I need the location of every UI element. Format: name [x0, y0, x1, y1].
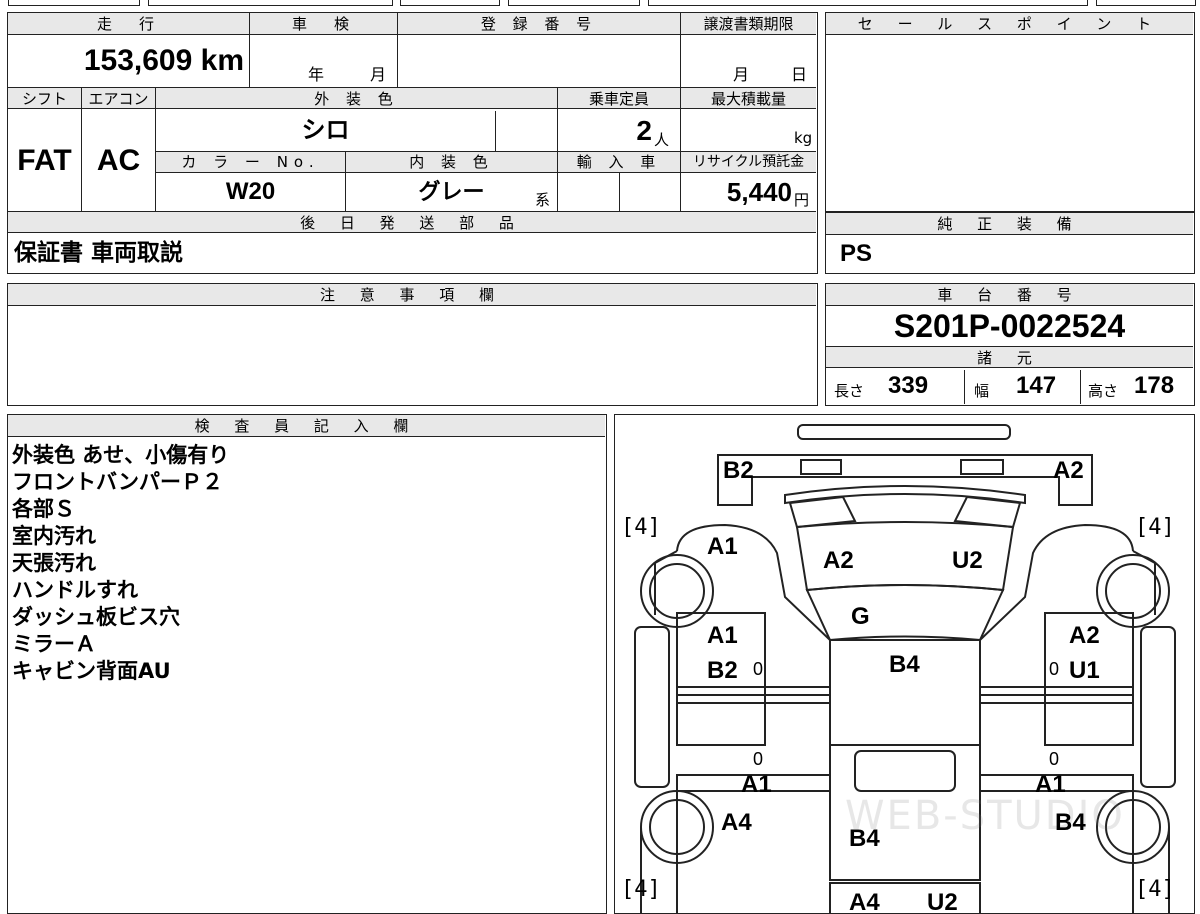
sales-point-label: セ ー ル ス ポ イ ン ト — [826, 13, 1193, 35]
mark-u2-hood: U2 — [952, 547, 983, 574]
note-line: ミラーＡ — [12, 632, 96, 656]
sales-point-box: セ ー ル ス ポ イ ン ト — [825, 12, 1195, 212]
mark-b4-bed: B4 — [849, 825, 880, 852]
tire-fl-label: [4] — [621, 515, 661, 540]
mark-a2-hood: A2 — [823, 547, 854, 574]
mark-u1-right-door: U1 — [1069, 657, 1100, 684]
capacity-unit: 人 — [654, 131, 670, 149]
mileage-label: 走 行 — [96, 15, 160, 33]
interior-color-label: 内 装 色 — [345, 151, 557, 173]
width-label: 幅 — [974, 382, 990, 400]
mark-zero-l2: 0 — [753, 749, 764, 769]
note-line: 各部Ｓ — [12, 497, 75, 521]
recycle-deposit-unit: 円 — [794, 191, 810, 209]
later-parts-label: 後 日 発 送 部 品 — [8, 211, 816, 233]
caution-box: 注 意 事 項 欄 — [7, 283, 818, 406]
note-line: キャビン背面AU — [12, 659, 171, 683]
mark-b4-rear-right: B4 — [1055, 809, 1086, 836]
mark-a2-front: A2 — [1053, 457, 1084, 484]
length-label: 長さ — [834, 382, 865, 400]
shaken-year: 年 — [308, 65, 325, 84]
max-load-unit: kg — [794, 129, 813, 147]
mark-zero-r2: 0 — [1049, 749, 1060, 769]
tire-rl-label: [4] — [621, 877, 661, 902]
exterior-color-value: シロ — [155, 111, 495, 151]
tire-fr-label: [4] — [1135, 515, 1175, 540]
note-line: フロントバンパーＰ２ — [12, 470, 224, 494]
capacity-value: 2 — [557, 111, 652, 151]
ac-value: AC — [81, 111, 155, 211]
inspector-notes-box: 検 査 員 記 入 欄 外装色 あせ、小傷有り フロントバンパーＰ２ 各部Ｓ 室… — [7, 414, 607, 914]
mark-a2-right-door: A2 — [1069, 622, 1100, 649]
ac-label: エアコン — [81, 87, 155, 111]
note-line: 室内汚れ — [12, 524, 96, 548]
height-label: 高さ — [1088, 382, 1119, 400]
mark-u2-tailgate: U2 — [927, 889, 958, 914]
note-line: 外装色 あせ、小傷有り — [12, 443, 230, 467]
color-no-value: W20 — [155, 173, 345, 211]
mark-zero-l1: 0 — [753, 659, 764, 679]
recycle-deposit-value: 5,440 — [680, 173, 792, 211]
inspector-notes-list: 外装色 あせ、小傷有り フロントバンパーＰ２ 各部Ｓ 室内汚れ 天張汚れ ハンド… — [12, 442, 229, 685]
mileage-value: 153,609 km — [83, 44, 244, 77]
vehicle-damage-diagram: WEB-STUDIO [4] [4] [4] [4] B2 A2 A1 A2 U… — [614, 414, 1195, 914]
registration-label: 登 録 番 号 — [397, 13, 680, 35]
capacity-label: 乗車定員 — [557, 87, 680, 111]
transfer-deadline-label: 譲渡書類期限 — [680, 13, 816, 35]
width-value: 147 — [1016, 372, 1057, 399]
exterior-color-label: 外 装 色 — [155, 87, 557, 111]
interior-color-value: グレー — [345, 173, 557, 211]
registration-value — [397, 35, 680, 87]
mark-b2-front: B2 — [723, 457, 754, 484]
mark-a1-sill-right: A1 — [1035, 771, 1066, 798]
genuine-equipment-label: 純 正 装 備 — [826, 213, 1193, 235]
transfer-day: 日 — [791, 65, 808, 84]
mark-a4-tailgate: A4 — [849, 889, 880, 914]
top-strip — [0, 0, 1200, 6]
transfer-month: 月 — [733, 65, 750, 84]
mark-b4-roof: B4 — [889, 651, 920, 678]
shift-label: シフト — [21, 90, 67, 108]
mark-b2-door: B2 — [707, 657, 738, 684]
mark-a4-rear-left: A4 — [721, 809, 752, 836]
max-load-label: 最大積載量 — [680, 87, 816, 111]
length-value: 339 — [888, 372, 929, 399]
vehicle-info-box: 走 行 車 検 登 録 番 号 譲渡書類期限 153,609 km 年 月 月 … — [7, 12, 818, 274]
mark-zero-r1: 0 — [1049, 659, 1060, 679]
recycle-deposit-label: リサイクル預託金 — [680, 151, 816, 173]
height-value: 178 — [1134, 372, 1175, 399]
mark-g-windshield: G — [851, 603, 870, 630]
shaken-month: 月 — [370, 65, 387, 84]
chassis-number: S201P-0022524 — [893, 308, 1126, 344]
note-line: ハンドルすれ — [12, 578, 138, 602]
chassis-label: 車 台 番 号 — [826, 284, 1193, 306]
interior-color-suffix: 系 — [535, 191, 551, 209]
mark-a1-fender: A1 — [707, 533, 738, 560]
specs-label: 諸 元 — [826, 346, 1193, 368]
chassis-box: 車 台 番 号 S201P-0022524 諸 元 長さ 339 幅 147 高… — [825, 283, 1195, 406]
caution-label: 注 意 事 項 欄 — [8, 284, 816, 306]
genuine-equipment-box: 純 正 装 備 PS — [825, 212, 1195, 274]
inspector-notes-label: 検 査 員 記 入 欄 — [8, 415, 605, 437]
mark-a1-door: A1 — [707, 622, 738, 649]
mark-a1-sill-left: A1 — [741, 771, 772, 798]
genuine-equipment-value: PS — [840, 240, 873, 267]
color-no-label: カ ラ ー No. — [155, 151, 345, 173]
shift-value: FAT — [17, 144, 72, 177]
later-parts-value: 保証書 車両取説 — [14, 240, 184, 266]
shaken-label: 車 検 — [249, 13, 397, 35]
note-line: 天張汚れ — [12, 551, 96, 575]
import-label: 輸 入 車 — [557, 151, 680, 173]
note-line: ダッシュ板ビス穴 — [12, 605, 180, 629]
tire-rr-label: [4] — [1135, 877, 1175, 902]
